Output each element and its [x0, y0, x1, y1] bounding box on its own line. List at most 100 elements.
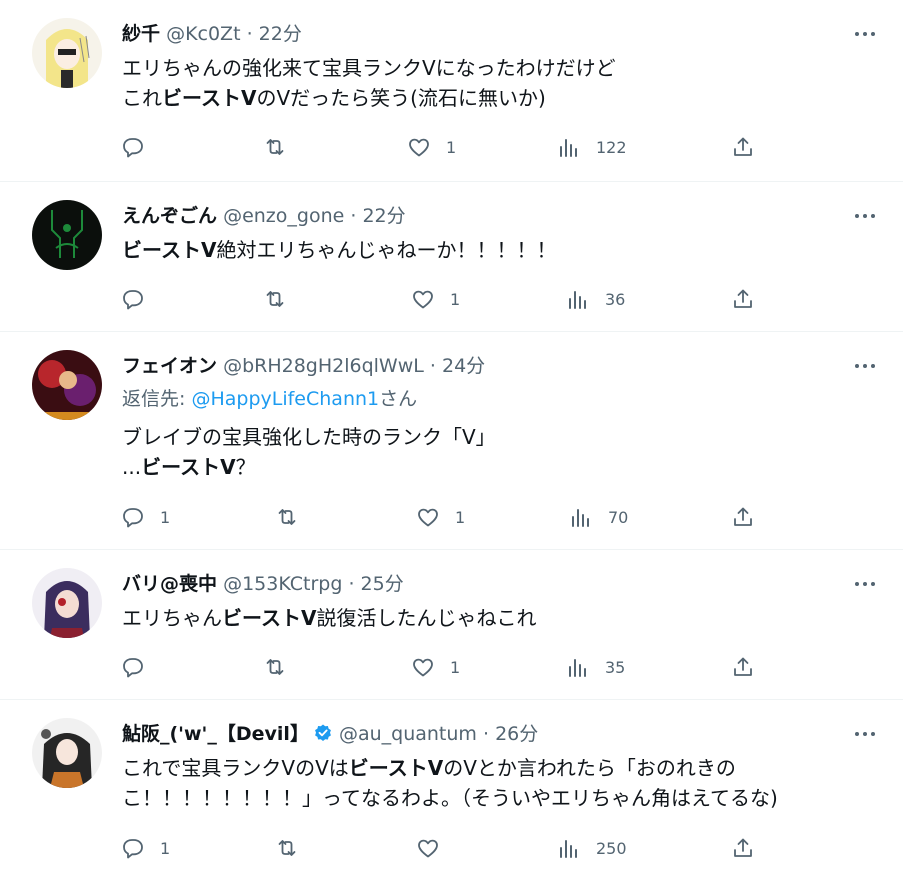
views-button[interactable]: 122 [556, 132, 627, 162]
user-handle[interactable]: @au_quantum [339, 723, 477, 745]
text-run-bold: ビーストV [162, 86, 257, 110]
views-button[interactable]: 36 [565, 284, 625, 314]
display-name[interactable]: えんぞごん [122, 205, 217, 227]
like-button[interactable]: 1 [406, 132, 456, 162]
reply-button[interactable]: 1 [120, 502, 170, 532]
timestamp[interactable]: 26分 [495, 723, 538, 745]
share-icon [730, 654, 756, 680]
tweet[interactable]: バリ@喪中 @153KCtrpg · 25分 エリちゃんビーストV説復活したんじ… [0, 549, 903, 699]
action-bar: 1 1 70 [110, 502, 790, 532]
tweet-header: 鮎阪_('w'_【Devil】 @au_quantum · 26分 [122, 720, 843, 748]
text-run: これ [122, 86, 162, 110]
reply-button[interactable] [120, 132, 160, 162]
avatar[interactable] [32, 350, 102, 420]
heart-icon [410, 654, 436, 680]
share-button[interactable] [730, 502, 756, 532]
text-run: のVとか言われたら「おのれきの [443, 756, 736, 780]
avatar-image [32, 200, 102, 270]
user-handle[interactable]: @enzo_gone [223, 205, 344, 227]
reply-icon [120, 654, 146, 680]
more-button[interactable] [847, 352, 883, 380]
avatar[interactable] [32, 718, 102, 788]
more-button[interactable] [847, 202, 883, 230]
verified-badge-icon [315, 724, 331, 741]
text-run: これで宝具ランクVのVは [122, 756, 349, 780]
heart-icon [415, 835, 441, 861]
timestamp[interactable]: 22分 [259, 23, 302, 45]
replying-to: 返信先: @HappyLifeChann1さん [122, 385, 417, 413]
timestamp[interactable]: 22分 [362, 205, 405, 227]
tweet[interactable]: 鮎阪_('w'_【Devil】 @au_quantum · 26分 これで宝具ラン… [0, 699, 903, 889]
timeline-feed: 紗千 @Kc0Zt · 22分 エリちゃんの強化来て宝具ランクVになったわけだけ… [0, 0, 903, 889]
heart-icon [415, 504, 441, 530]
views-chart-icon [565, 654, 591, 680]
reply-count: 1 [160, 507, 171, 527]
reply-icon [120, 134, 146, 160]
retweet-button[interactable] [262, 284, 302, 314]
display-name[interactable]: フェイオン [122, 355, 217, 377]
reply-button[interactable] [120, 652, 160, 682]
tweet[interactable]: えんぞごん @enzo_gone · 22分 ビーストV絶対エリちゃんじゃねーか… [0, 181, 903, 331]
user-handle[interactable]: @153KCtrpg [223, 573, 342, 595]
separator-dot: · [350, 205, 357, 227]
avatar[interactable] [32, 200, 102, 270]
share-icon [730, 504, 756, 530]
tweet-header: フェイオン @bRH28gH2l6qlWwL · 24分 [122, 352, 843, 380]
views-button[interactable]: 250 [556, 833, 627, 863]
tweet-header: えんぞごん @enzo_gone · 22分 [122, 202, 843, 230]
like-button[interactable] [415, 833, 455, 863]
text-run: ... [122, 455, 142, 479]
share-button[interactable] [730, 833, 756, 863]
views-chart-icon [565, 286, 591, 312]
display-name[interactable]: 紗千 [122, 23, 160, 45]
more-button[interactable] [847, 20, 883, 48]
view-count: 250 [596, 838, 627, 858]
tweet-text: ブレイブの宝具強化した時のランク「V」 ...ビーストV？ [122, 422, 883, 482]
views-button[interactable]: 70 [568, 502, 628, 532]
text-run: 絶対エリちゃんじゃねーか！！！！！ [216, 238, 557, 262]
tweet[interactable]: フェイオン @bRH28gH2l6qlWwL · 24分 返信先: @Happy… [0, 331, 903, 549]
retweet-button[interactable] [274, 502, 314, 532]
tweet-text-line: ...ビーストV？ [122, 452, 883, 482]
timestamp[interactable]: 24分 [442, 355, 485, 377]
tweet-header: 紗千 @Kc0Zt · 22分 [122, 20, 843, 48]
more-button[interactable] [847, 720, 883, 748]
text-run: ？ [235, 455, 256, 479]
tweet-text: これで宝具ランクVのVはビーストVのVとか言われたら「おのれきの こ！！！！！！… [122, 753, 883, 813]
more-button[interactable] [847, 570, 883, 598]
avatar-image [32, 18, 102, 88]
reply-mention-link[interactable]: @HappyLifeChann1 [191, 388, 379, 410]
retweet-icon [274, 504, 300, 530]
replying-to-label: 返信先: [122, 388, 186, 410]
share-button[interactable] [730, 652, 756, 682]
like-button[interactable]: 1 [410, 652, 460, 682]
share-icon [730, 286, 756, 312]
like-button[interactable]: 1 [415, 502, 465, 532]
avatar-image [32, 568, 102, 638]
user-handle[interactable]: @Kc0Zt [166, 23, 240, 45]
retweet-icon [274, 835, 300, 861]
timestamp[interactable]: 25分 [361, 573, 404, 595]
reply-button[interactable] [120, 284, 160, 314]
share-icon [730, 835, 756, 861]
share-button[interactable] [730, 284, 756, 314]
more-icon [855, 732, 859, 736]
views-button[interactable]: 35 [565, 652, 625, 682]
heart-icon [410, 286, 436, 312]
user-handle[interactable]: @bRH28gH2l6qlWwL [223, 355, 424, 377]
heart-icon [406, 134, 432, 160]
tweet[interactable]: 紗千 @Kc0Zt · 22分 エリちゃんの強化来て宝具ランクVになったわけだけ… [0, 0, 903, 181]
replying-to-suffix: さん [379, 388, 418, 410]
retweet-button[interactable] [274, 833, 314, 863]
reply-button[interactable]: 1 [120, 833, 170, 863]
separator-dot: · [348, 573, 355, 595]
avatar[interactable] [32, 18, 102, 88]
retweet-button[interactable] [262, 652, 302, 682]
avatar-image [32, 718, 102, 788]
display-name[interactable]: 鮎阪_('w'_【Devil】 [122, 723, 309, 745]
like-button[interactable]: 1 [410, 284, 460, 314]
share-button[interactable] [730, 132, 756, 162]
display-name[interactable]: バリ@喪中 [122, 573, 217, 595]
retweet-button[interactable] [262, 132, 302, 162]
avatar[interactable] [32, 568, 102, 638]
